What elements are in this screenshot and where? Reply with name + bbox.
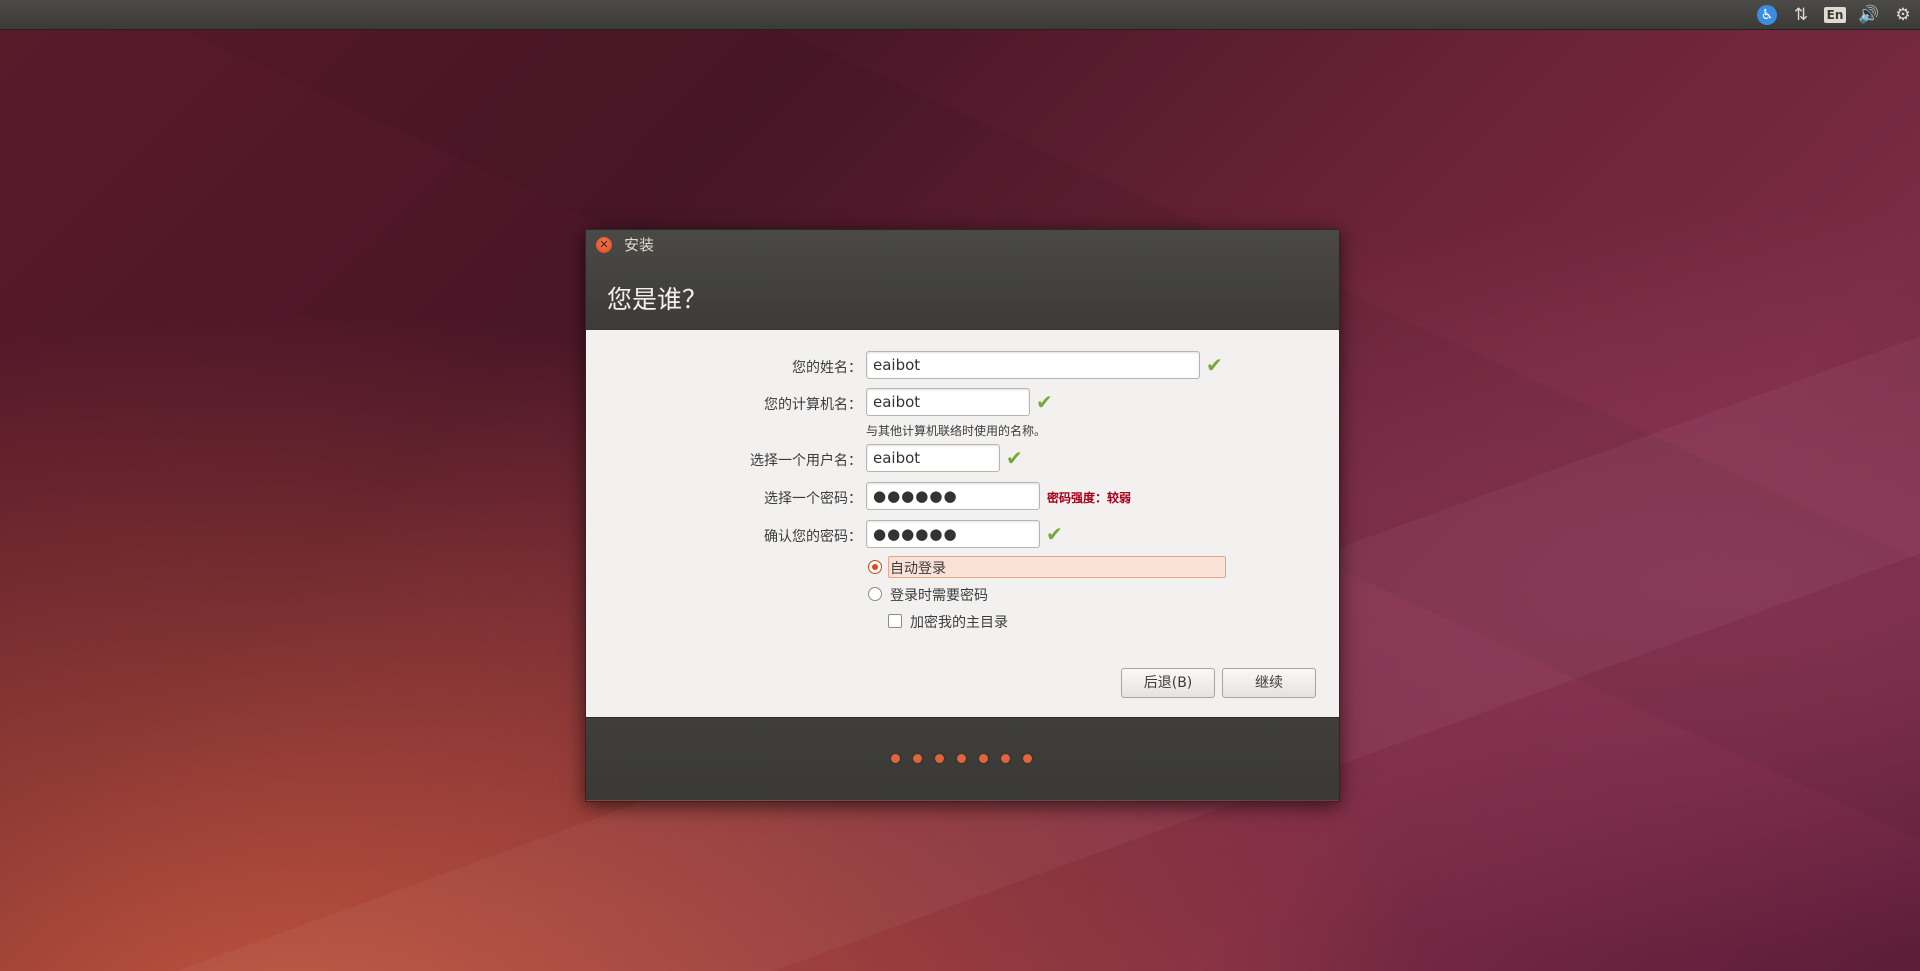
gear-icon[interactable]: ⚙ [1886,0,1920,29]
name-row: 您的姓名： eaibot ✔ [586,351,1339,381]
progress-dot [935,754,944,763]
require-password-option[interactable]: 登录时需要密码 [866,583,1266,607]
auto-login-label: 自动登录 [890,561,946,577]
password-label: 选择一个密码： [764,491,862,507]
check-icon: ✔ [1006,446,1023,470]
top-panel: ♿ ⇅ En 🔊 ⚙ [0,0,1920,30]
progress-dot [957,754,966,763]
auto-login-radio[interactable] [868,560,882,574]
accessibility-icon[interactable]: ♿ [1750,0,1784,29]
progress-dot [891,754,900,763]
progress-dot [913,754,922,763]
window-footer [586,717,1339,800]
name-label: 您的姓名： [792,360,862,376]
close-icon[interactable]: ✕ [596,237,612,253]
confirm-password-label: 确认您的密码： [764,529,862,545]
encrypt-home-label: 加密我的主目录 [910,615,1008,631]
check-icon: ✔ [1206,353,1223,377]
system-tray: ♿ ⇅ En 🔊 ⚙ [1750,0,1920,29]
check-icon: ✔ [1036,390,1053,414]
check-icon: ✔ [1046,522,1063,546]
form-area: 您的姓名： eaibot ✔ 您的计算机名： eaibot ✔ 与其他计算机联络… [586,330,1339,717]
password-row: 选择一个密码： ●●●●●● 密码强度：较弱 [586,482,1339,512]
computer-name-row: 您的计算机名： eaibot ✔ [586,388,1339,418]
page-title: 您是谁？ [607,285,708,314]
confirm-password-row: 确认您的密码： ●●●●●● ✔ [586,520,1339,550]
progress-dot [1001,754,1010,763]
name-input[interactable]: eaibot [866,351,1200,379]
encrypt-home-option[interactable]: 加密我的主目录 [866,610,1266,634]
password-input[interactable]: ●●●●●● [866,482,1040,510]
progress-dot [979,754,988,763]
computer-name-hint: 与其他计算机联络时使用的名称。 [866,424,1047,438]
network-icon[interactable]: ⇅ [1784,0,1818,29]
keyboard-layout-label: En [1823,6,1847,23]
username-row: 选择一个用户名： eaibot ✔ [586,444,1339,474]
username-input[interactable]: eaibot [866,444,1000,472]
window-title: 安装 [624,236,655,254]
username-label: 选择一个用户名： [750,453,862,469]
keyboard-layout-icon[interactable]: En [1818,0,1852,29]
auto-login-option[interactable]: 自动登录 [866,556,1266,580]
computer-name-label: 您的计算机名： [764,397,862,413]
continue-button[interactable]: 继续 [1222,668,1316,698]
encrypt-home-checkbox[interactable] [888,614,902,628]
volume-icon[interactable]: 🔊 [1852,0,1886,29]
password-strength: 密码强度：较弱 [1047,491,1132,505]
confirm-password-input[interactable]: ●●●●●● [866,520,1040,548]
window-titlebar: ✕ 安装 您是谁？ [586,230,1339,330]
back-button[interactable]: 后退(B) [1121,668,1215,698]
installer-window: ✕ 安装 您是谁？ 您的姓名： eaibot ✔ 您的计算机名： eaibot … [585,229,1340,802]
progress-dot [1023,754,1032,763]
step-progress [891,754,1045,763]
require-password-radio[interactable] [868,587,882,601]
computer-name-input[interactable]: eaibot [866,388,1030,416]
require-password-label: 登录时需要密码 [890,588,988,604]
